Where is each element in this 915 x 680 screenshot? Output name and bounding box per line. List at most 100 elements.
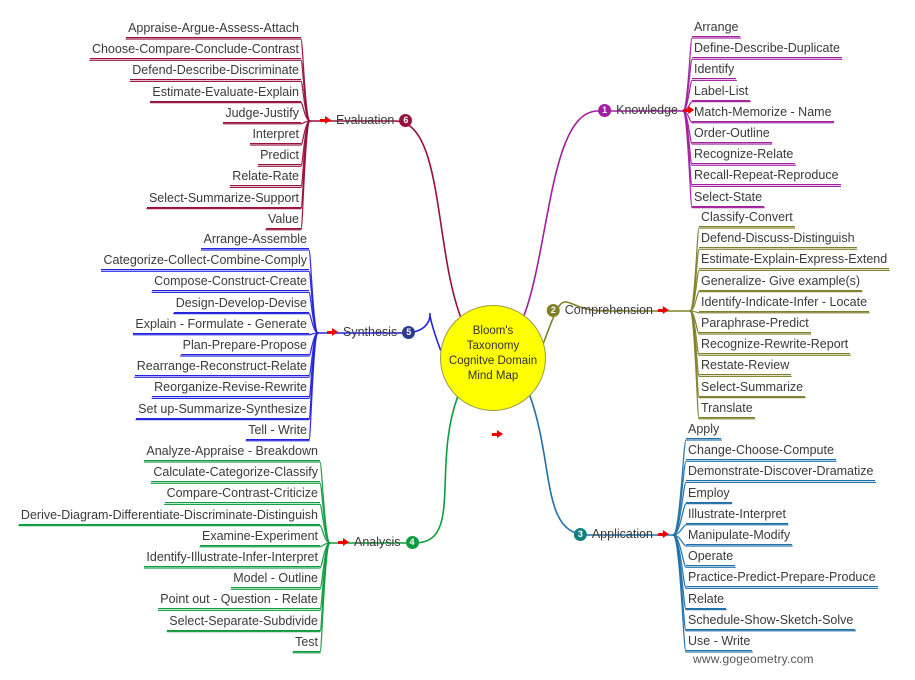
leaf-underline: [692, 57, 842, 59]
leaf-underline: [699, 310, 870, 312]
leaf-item[interactable]: Generalize- Give example(s): [699, 274, 863, 293]
leaf-item[interactable]: Compare-Contrast-Criticize: [164, 486, 320, 505]
leaf-underline: [151, 481, 320, 483]
leaf-item[interactable]: Rearrange-Reconstruct-Relate: [134, 359, 309, 378]
leaf-item[interactable]: Paraphrase-Predict: [699, 316, 811, 335]
leaf-item[interactable]: Predict: [258, 148, 301, 167]
leaf-item[interactable]: Test: [293, 635, 320, 654]
leaf-item-label: Compare-Contrast-Criticize: [166, 486, 318, 501]
leaf-underline: [146, 206, 301, 208]
leaf-item-label: Set up-Summarize-Synthesize: [138, 401, 307, 416]
branch-head-application[interactable]: 3 Application: [573, 527, 669, 541]
leaf-item[interactable]: Value: [265, 212, 301, 231]
leaf-item[interactable]: Defend-Describe-Discriminate: [130, 63, 301, 82]
leaf-item[interactable]: Operate: [686, 549, 736, 568]
leaf-item[interactable]: Plan-Prepare-Propose: [180, 338, 309, 357]
right-arrow-icon: [320, 115, 331, 125]
leaf-underline: [699, 332, 811, 333]
leaf-item-label: Compose-Construct-Create: [154, 274, 307, 289]
branch-head-analysis[interactable]: Analysis 4: [338, 535, 419, 549]
leaf-item[interactable]: Restate-Review: [699, 358, 792, 377]
leaf-item[interactable]: Match-Memorize - Name: [692, 105, 834, 124]
leaf-item[interactable]: Identify: [692, 62, 737, 81]
leaf-item[interactable]: Apply: [686, 422, 722, 441]
leaf-item[interactable]: Derive-Diagram-Differentiate-Discriminat…: [18, 508, 320, 527]
leaf-item[interactable]: Practice-Predict-Prepare-Produce: [686, 570, 878, 589]
leaf-item[interactable]: Select-Separate-Subdivide: [167, 614, 320, 633]
leaf-underline: [89, 58, 301, 60]
leaf-item[interactable]: Estimate-Evaluate-Explain: [150, 85, 301, 104]
leaf-item-label: Practice-Predict-Prepare-Produce: [688, 570, 876, 585]
branch-label-knowledge: Knowledge: [616, 103, 678, 117]
leaf-item-label: Translate: [701, 400, 753, 415]
leaf-item[interactable]: Illustrate-Interpret: [686, 507, 788, 526]
leaf-item[interactable]: Select-Summarize: [699, 380, 806, 399]
branch-head-knowledge[interactable]: 1 Knowledge: [598, 103, 694, 117]
leaf-item-label: Defend-Describe-Discriminate: [132, 63, 299, 78]
leaf-item[interactable]: Compose-Construct-Create: [152, 274, 309, 293]
leaf-underline: [699, 416, 755, 418]
branch-head-synthesis[interactable]: Synthesis 5: [327, 325, 416, 339]
leaf-item[interactable]: Choose-Compare-Conclude-Contrast: [89, 42, 301, 61]
leaf-item[interactable]: Select-Summarize-Support: [146, 191, 301, 210]
central-node[interactable]: Bloom's Taxonomy Cognitve Domain Mind Ma…: [440, 305, 546, 438]
branch-number-badge-analysis: 4: [405, 535, 419, 549]
leaf-item[interactable]: Select-State: [692, 190, 765, 209]
leaf-item[interactable]: Relate: [686, 591, 727, 611]
leaf-item[interactable]: Classify-Convert: [699, 210, 795, 229]
leaf-item[interactable]: Analyze-Appraise - Breakdown: [144, 444, 320, 463]
right-arrow-icon: [683, 105, 694, 115]
right-arrow-icon: [658, 305, 669, 315]
leaf-item[interactable]: Employ: [686, 486, 732, 505]
branch-label-application: Application: [591, 527, 653, 541]
leaf-item-label: Identify: [694, 62, 735, 77]
leaf-item[interactable]: Label-List: [692, 84, 751, 103]
leaf-item[interactable]: Manipulate-Modify: [686, 528, 793, 547]
leaf-item[interactable]: Examine-Experiment: [199, 529, 320, 548]
leaf-item[interactable]: Recall-Repeat-Reproduce: [692, 168, 841, 187]
leaf-item[interactable]: Reorganize-Revise-Rewrite: [152, 380, 309, 399]
leaf-item[interactable]: Design-Develop-Devise: [173, 296, 309, 315]
leaf-item[interactable]: Judge-Justify: [223, 106, 301, 125]
leaf-item[interactable]: Recognize-Rewrite-Report: [699, 337, 851, 356]
leaf-item[interactable]: Change-Choose-Compute: [686, 443, 836, 462]
leaf-underline: [699, 247, 857, 249]
leaf-item-label: Relate: [688, 591, 725, 606]
branch-head-comprehension[interactable]: 2 Comprehension: [546, 303, 669, 317]
leaf-underline: [686, 565, 736, 567]
leaf-item[interactable]: Use - Write: [686, 634, 753, 653]
leaf-item[interactable]: Categorize-Collect-Combine-Comply: [101, 253, 309, 272]
leaf-item[interactable]: Model - Outline: [231, 571, 320, 590]
branch-label-evaluation: Evaluation: [336, 113, 395, 127]
branch-head-evaluation[interactable]: Evaluation 6: [320, 113, 413, 127]
leaf-item[interactable]: Identify-Illustrate-Infer-Interpret: [144, 550, 320, 569]
leaf-item[interactable]: Translate: [699, 401, 755, 420]
leaf-item[interactable]: Appraise-Argue-Assess-Attach: [126, 21, 301, 40]
leaf-underline: [258, 164, 301, 166]
leaf-item-label: Schedule-Show-Sketch-Solve: [688, 612, 854, 627]
leaf-item[interactable]: Define-Describe-Duplicate: [692, 41, 842, 60]
leaf-item[interactable]: Recognize-Relate: [692, 147, 796, 166]
leaf-item-label: Test: [295, 634, 318, 649]
leaf-item[interactable]: Calculate-Categorize-Classify: [151, 465, 320, 484]
leaf-item[interactable]: Schedule-Show-Sketch-Solve: [686, 612, 856, 632]
leaf-item-label: Interpret: [252, 127, 299, 141]
leaf-item[interactable]: Tell - Write: [246, 423, 309, 442]
leaf-item[interactable]: Defend-Discuss-Distinguish: [699, 231, 857, 250]
leaf-item[interactable]: Order-Outline: [692, 126, 772, 145]
leaf-item[interactable]: Set up-Summarize-Synthesize: [136, 402, 309, 421]
leaf-item-label: Classify-Convert: [701, 210, 793, 224]
leaf-item[interactable]: Explain - Formulate - Generate: [133, 317, 309, 336]
leaf-item[interactable]: Estimate-Explain-Express-Extend: [699, 252, 890, 271]
leaf-item[interactable]: Point out - Question - Relate: [158, 592, 320, 611]
leaf-item[interactable]: Arrange-Assemble: [201, 232, 309, 251]
leaf-item-label: Match-Memorize - Name: [694, 104, 832, 119]
leaf-underline: [692, 99, 751, 101]
leaf-item-label: Categorize-Collect-Combine-Comply: [103, 253, 307, 268]
leaf-item[interactable]: Demonstrate-Discover-Dramatize: [686, 464, 876, 483]
leaf-item[interactable]: Relate-Rate: [230, 169, 301, 188]
leaf-item[interactable]: Arrange: [692, 20, 741, 39]
leaf-item[interactable]: Interpret: [250, 127, 301, 146]
leaf-item[interactable]: Identify-Indicate-Infer - Locate: [699, 295, 870, 314]
leaf-underline: [223, 121, 301, 123]
